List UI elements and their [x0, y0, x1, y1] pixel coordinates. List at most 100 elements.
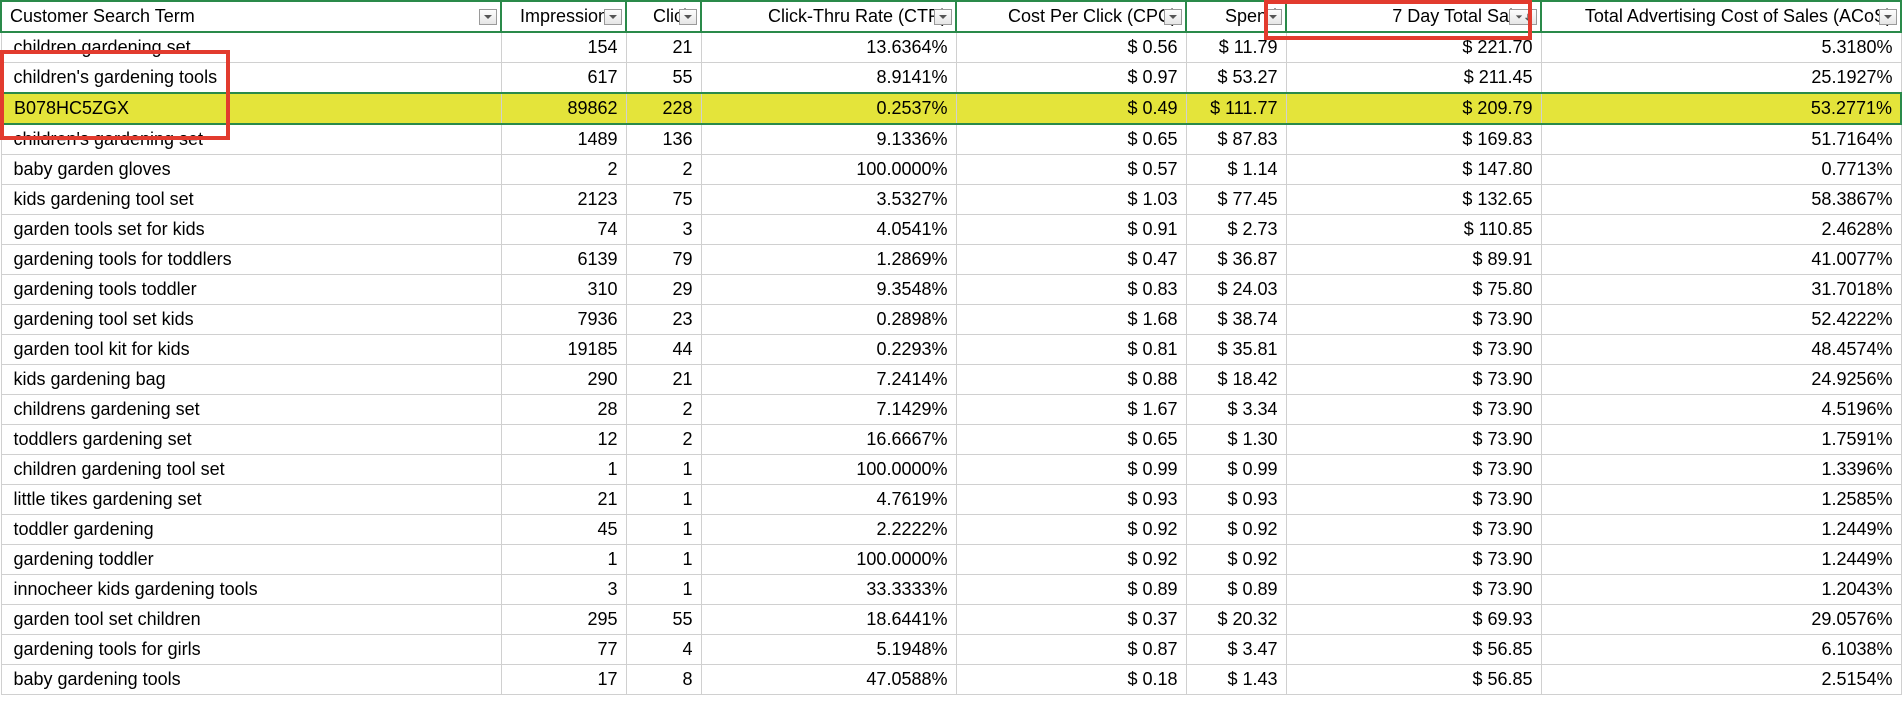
- filter-dropdown-icon[interactable]: [1164, 9, 1182, 25]
- table-row[interactable]: children's gardening set14891369.1336%$ …: [1, 124, 1901, 155]
- filter-dropdown-icon[interactable]: [479, 9, 497, 25]
- cell-click[interactable]: 75: [626, 185, 701, 215]
- cell-ctr[interactable]: 13.6364%: [701, 32, 956, 63]
- cell-acos[interactable]: 2.5154%: [1541, 665, 1901, 695]
- cell-ctr[interactable]: 9.1336%: [701, 124, 956, 155]
- cell-click[interactable]: 1: [626, 545, 701, 575]
- cell-cpc[interactable]: $ 0.87: [956, 635, 1186, 665]
- cell-impr[interactable]: 2123: [501, 185, 626, 215]
- cell-sales[interactable]: $ 73.90: [1286, 515, 1541, 545]
- cell-ctr[interactable]: 33.3333%: [701, 575, 956, 605]
- cell-cpc[interactable]: $ 0.88: [956, 365, 1186, 395]
- header-spend[interactable]: Spend: [1186, 1, 1286, 32]
- cell-term[interactable]: toddlers gardening set: [1, 425, 501, 455]
- cell-click[interactable]: 1: [626, 455, 701, 485]
- cell-sales[interactable]: $ 73.90: [1286, 335, 1541, 365]
- table-row[interactable]: kids gardening bag290217.2414%$ 0.88$ 18…: [1, 365, 1901, 395]
- cell-impr[interactable]: 6139: [501, 245, 626, 275]
- cell-click[interactable]: 21: [626, 365, 701, 395]
- cell-spend[interactable]: $ 0.93: [1186, 485, 1286, 515]
- cell-acos[interactable]: 1.2449%: [1541, 515, 1901, 545]
- cell-spend[interactable]: $ 0.92: [1186, 515, 1286, 545]
- cell-spend[interactable]: $ 111.77: [1186, 93, 1286, 124]
- cell-sales[interactable]: $ 75.80: [1286, 275, 1541, 305]
- cell-sales[interactable]: $ 56.85: [1286, 665, 1541, 695]
- cell-term[interactable]: kids gardening tool set: [1, 185, 501, 215]
- cell-term[interactable]: gardening toddler: [1, 545, 501, 575]
- cell-term[interactable]: gardening tools for toddlers: [1, 245, 501, 275]
- cell-click[interactable]: 1: [626, 515, 701, 545]
- cell-acos[interactable]: 1.2449%: [1541, 545, 1901, 575]
- cell-acos[interactable]: 1.3396%: [1541, 455, 1901, 485]
- cell-cpc[interactable]: $ 0.97: [956, 63, 1186, 94]
- cell-spend[interactable]: $ 20.32: [1186, 605, 1286, 635]
- cell-ctr[interactable]: 4.7619%: [701, 485, 956, 515]
- cell-acos[interactable]: 48.4574%: [1541, 335, 1901, 365]
- cell-cpc[interactable]: $ 0.18: [956, 665, 1186, 695]
- cell-acos[interactable]: 0.7713%: [1541, 155, 1901, 185]
- cell-sales[interactable]: $ 73.90: [1286, 425, 1541, 455]
- cell-term[interactable]: garden tools set for kids: [1, 215, 501, 245]
- cell-click[interactable]: 44: [626, 335, 701, 365]
- cell-click[interactable]: 55: [626, 605, 701, 635]
- cell-spend[interactable]: $ 0.99: [1186, 455, 1286, 485]
- cell-ctr[interactable]: 2.2222%: [701, 515, 956, 545]
- cell-acos[interactable]: 52.4222%: [1541, 305, 1901, 335]
- cell-sales[interactable]: $ 73.90: [1286, 305, 1541, 335]
- table-row[interactable]: children's gardening tools617558.9141%$ …: [1, 63, 1901, 94]
- cell-spend[interactable]: $ 11.79: [1186, 32, 1286, 63]
- cell-term[interactable]: garden tool kit for kids: [1, 335, 501, 365]
- cell-term[interactable]: toddler gardening: [1, 515, 501, 545]
- cell-cpc[interactable]: $ 0.99: [956, 455, 1186, 485]
- cell-cpc[interactable]: $ 0.65: [956, 124, 1186, 155]
- header-cpc[interactable]: Cost Per Click (CPC): [956, 1, 1186, 32]
- cell-impr[interactable]: 19185: [501, 335, 626, 365]
- cell-ctr[interactable]: 100.0000%: [701, 545, 956, 575]
- cell-acos[interactable]: 25.1927%: [1541, 63, 1901, 94]
- cell-ctr[interactable]: 1.2869%: [701, 245, 956, 275]
- header-impressions[interactable]: Impressions: [501, 1, 626, 32]
- cell-term[interactable]: baby garden gloves: [1, 155, 501, 185]
- cell-impr[interactable]: 77: [501, 635, 626, 665]
- cell-sales[interactable]: $ 73.90: [1286, 395, 1541, 425]
- cell-term[interactable]: gardening tools for girls: [1, 635, 501, 665]
- cell-click[interactable]: 1: [626, 485, 701, 515]
- table-row[interactable]: innocheer kids gardening tools3133.3333%…: [1, 575, 1901, 605]
- cell-term[interactable]: childrens gardening set: [1, 395, 501, 425]
- table-row[interactable]: garden tool set children2955518.6441%$ 0…: [1, 605, 1901, 635]
- cell-spend[interactable]: $ 1.43: [1186, 665, 1286, 695]
- cell-acos[interactable]: 5.3180%: [1541, 32, 1901, 63]
- table-row[interactable]: toddlers gardening set12216.6667%$ 0.65$…: [1, 425, 1901, 455]
- cell-term[interactable]: children gardening set: [1, 32, 501, 63]
- cell-impr[interactable]: 17: [501, 665, 626, 695]
- cell-impr[interactable]: 12: [501, 425, 626, 455]
- cell-acos[interactable]: 1.2043%: [1541, 575, 1901, 605]
- cell-spend[interactable]: $ 36.87: [1186, 245, 1286, 275]
- cell-impr[interactable]: 3: [501, 575, 626, 605]
- table-row[interactable]: garden tools set for kids7434.0541%$ 0.9…: [1, 215, 1901, 245]
- cell-impr[interactable]: 89862: [501, 93, 626, 124]
- cell-ctr[interactable]: 9.3548%: [701, 275, 956, 305]
- cell-ctr[interactable]: 100.0000%: [701, 455, 956, 485]
- cell-ctr[interactable]: 100.0000%: [701, 155, 956, 185]
- cell-term[interactable]: kids gardening bag: [1, 365, 501, 395]
- header-customer-search-term[interactable]: Customer Search Term: [1, 1, 501, 32]
- cell-acos[interactable]: 6.1038%: [1541, 635, 1901, 665]
- cell-term[interactable]: baby gardening tools: [1, 665, 501, 695]
- table-row[interactable]: gardening tools for toddlers6139791.2869…: [1, 245, 1901, 275]
- cell-cpc[interactable]: $ 0.37: [956, 605, 1186, 635]
- cell-impr[interactable]: 28: [501, 395, 626, 425]
- cell-impr[interactable]: 21: [501, 485, 626, 515]
- header-ctr[interactable]: Click-Thru Rate (CTR): [701, 1, 956, 32]
- cell-spend[interactable]: $ 38.74: [1186, 305, 1286, 335]
- cell-acos[interactable]: 1.2585%: [1541, 485, 1901, 515]
- cell-sales[interactable]: $ 132.65: [1286, 185, 1541, 215]
- cell-acos[interactable]: 24.9256%: [1541, 365, 1901, 395]
- table-row[interactable]: little tikes gardening set2114.7619%$ 0.…: [1, 485, 1901, 515]
- cell-sales[interactable]: $ 73.90: [1286, 365, 1541, 395]
- cell-cpc[interactable]: $ 0.93: [956, 485, 1186, 515]
- cell-click[interactable]: 79: [626, 245, 701, 275]
- cell-spend[interactable]: $ 87.83: [1186, 124, 1286, 155]
- cell-click[interactable]: 1: [626, 575, 701, 605]
- cell-impr[interactable]: 1489: [501, 124, 626, 155]
